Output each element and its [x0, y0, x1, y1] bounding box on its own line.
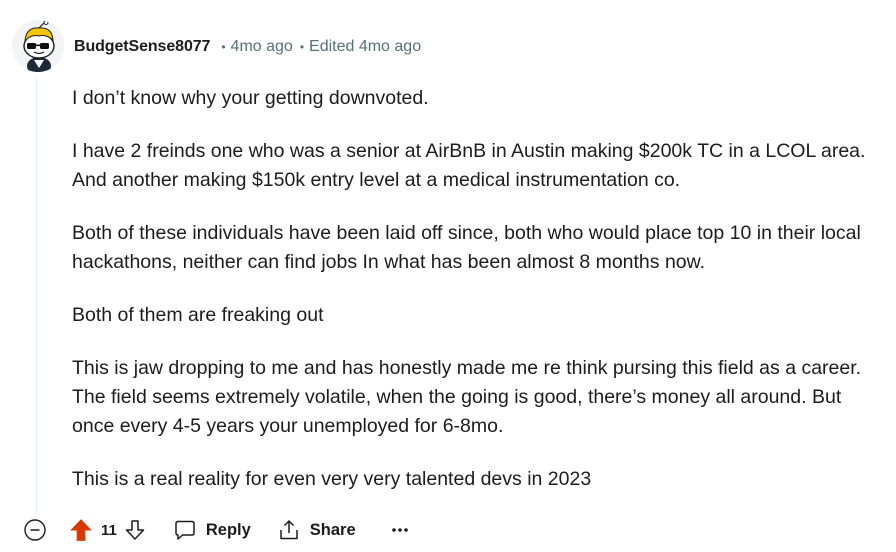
separator-dot: •	[221, 40, 226, 54]
snoo-avatar-icon	[23, 20, 55, 72]
minus-circle-icon	[24, 519, 46, 541]
share-button[interactable]: Share	[277, 518, 356, 542]
comment-paragraph: I have 2 freinds one who was a senior at…	[72, 140, 866, 191]
comment-paragraph: Both of these individuals have been laid…	[72, 222, 861, 273]
share-label: Share	[309, 520, 356, 539]
comment-paragraph: This is a real reality for even very ver…	[72, 468, 592, 490]
reply-button[interactable]: Reply	[173, 518, 251, 542]
comment-paragraph: This is jaw dropping to me and has hones…	[72, 357, 862, 437]
thread-line[interactable]	[36, 78, 37, 514]
comment-paragraph: I don’t know why your getting downvoted.	[72, 87, 429, 109]
speech-bubble-icon	[175, 520, 195, 540]
edited-label: Edited 4mo ago	[309, 38, 422, 55]
ellipsis-icon	[391, 528, 408, 532]
vote-group: 11	[68, 517, 147, 543]
upvote-button[interactable]	[68, 517, 94, 543]
comment-age[interactable]: 4mo ago	[231, 38, 293, 56]
comment-paragraph: Both of them are freaking out	[72, 304, 324, 326]
comment-author[interactable]: BudgetSense8077	[74, 38, 210, 56]
upvote-arrow-icon	[70, 519, 92, 541]
share-icon	[280, 520, 298, 540]
collapse-button[interactable]	[22, 517, 48, 543]
comment-body: I don’t know why your getting downvoted.…	[72, 84, 888, 518]
separator-dot: •	[299, 40, 305, 54]
comment-action-bar: 11 Reply Share	[22, 513, 410, 547]
downvote-button[interactable]	[123, 518, 147, 542]
reply-label: Reply	[205, 520, 251, 539]
downvote-arrow-icon	[125, 520, 145, 540]
vote-count: 11	[101, 521, 117, 539]
comment-meta: BudgetSense8077 • 4mo ago • Edited 4mo a…	[74, 37, 421, 57]
more-options-button[interactable]	[390, 520, 410, 540]
user-avatar[interactable]	[12, 20, 64, 72]
